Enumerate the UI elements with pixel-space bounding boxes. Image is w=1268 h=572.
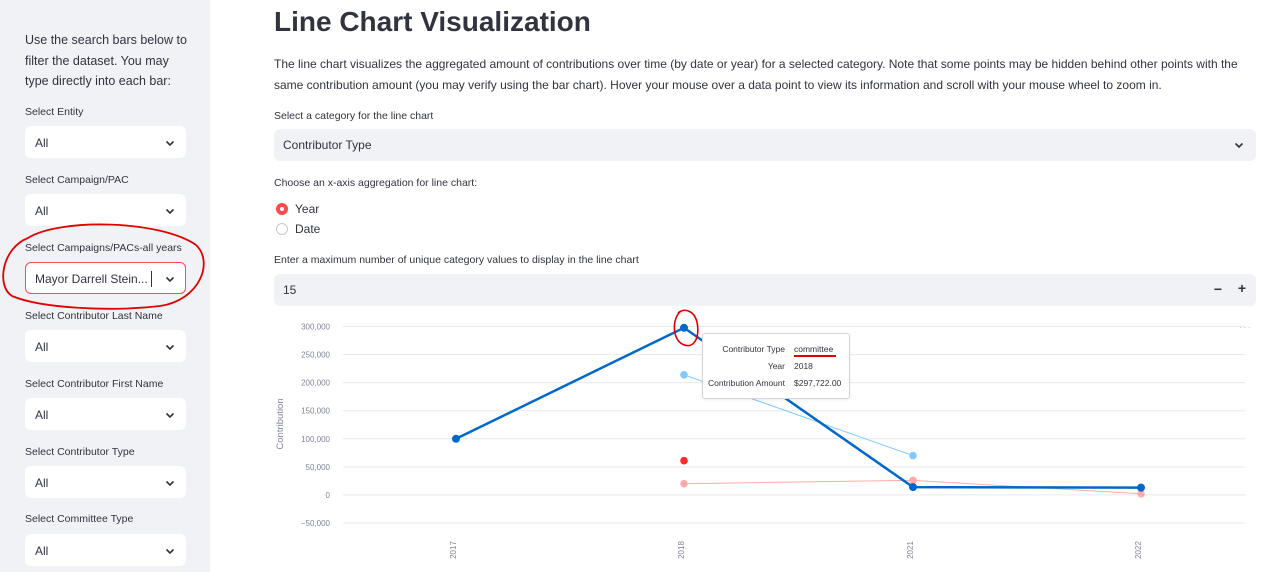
category-select-value: Contributor Type bbox=[283, 138, 372, 152]
x-tick-label: 2018 bbox=[677, 541, 686, 559]
tooltip-row: Contributor Type committee bbox=[703, 344, 843, 357]
tooltip-value: committee bbox=[794, 344, 834, 354]
chevron-down-icon bbox=[165, 276, 175, 283]
tooltip-row: Year 2018 bbox=[703, 361, 843, 373]
chevron-down-icon bbox=[165, 140, 175, 147]
annotation-underline bbox=[794, 355, 836, 357]
contributor-type-select-value: All bbox=[35, 476, 49, 490]
y-tick-label: 50,000 bbox=[306, 463, 331, 472]
chevron-down-icon bbox=[1234, 142, 1244, 149]
y-tick-label: −50,000 bbox=[301, 519, 331, 528]
max-values-label: Enter a maximum number of unique categor… bbox=[274, 254, 639, 266]
contributor-type-select[interactable]: All bbox=[25, 466, 186, 498]
filter-label-campaigns-all-years: Select Campaigns/PACs-all years bbox=[25, 242, 182, 254]
entity-select[interactable]: All bbox=[25, 126, 186, 158]
committee-type-select-value: All bbox=[35, 544, 49, 558]
data-point bbox=[680, 479, 688, 488]
y-tick-label: 200,000 bbox=[301, 379, 330, 388]
max-values-input-value: 15 bbox=[283, 283, 297, 297]
data-point bbox=[680, 456, 688, 465]
y-tick-label: 0 bbox=[326, 491, 331, 500]
filter-label-committee-type: Select Committee Type bbox=[25, 513, 134, 525]
data-point bbox=[909, 451, 917, 460]
data-point bbox=[909, 483, 917, 492]
chevron-down-icon bbox=[165, 548, 175, 555]
x-tick-label: 2017 bbox=[449, 541, 458, 559]
radio-unselected-icon bbox=[276, 223, 288, 235]
filter-label-contributor-last-name: Select Contributor Last Name bbox=[25, 310, 163, 322]
campaign-select[interactable]: All bbox=[25, 194, 186, 226]
y-tick-label: 150,000 bbox=[301, 407, 330, 416]
page-description: The line chart visualizes the aggregated… bbox=[274, 57, 1238, 92]
data-point bbox=[680, 370, 688, 379]
decrement-button[interactable]: − bbox=[1214, 281, 1222, 297]
data-point bbox=[680, 323, 688, 332]
contributor-last-name-select-value: All bbox=[35, 340, 49, 354]
filter-label-campaign: Select Campaign/PAC bbox=[25, 174, 129, 186]
page-title: Line Chart Visualization bbox=[274, 6, 591, 37]
filter-label-contributor-type: Select Contributor Type bbox=[25, 446, 135, 458]
increment-button[interactable]: + bbox=[1238, 280, 1246, 296]
tooltip-value: 2018 bbox=[794, 361, 813, 371]
data-point bbox=[452, 434, 460, 443]
y-tick-label: 100,000 bbox=[301, 435, 330, 444]
chevron-down-icon bbox=[165, 412, 175, 419]
tooltip-key: Year bbox=[767, 361, 785, 371]
y-tick-label: 300,000 bbox=[301, 323, 330, 332]
category-select[interactable]: Contributor Type bbox=[274, 129, 1256, 161]
chevron-down-icon bbox=[165, 480, 175, 487]
chevron-down-icon bbox=[165, 208, 175, 215]
y-axis-label: Contribution bbox=[275, 398, 286, 449]
tooltip-value: $297,722.00 bbox=[794, 378, 842, 388]
campaigns-all-years-select[interactable]: Mayor Darrell Stein... bbox=[25, 262, 186, 294]
x-tick-label: 2022 bbox=[1134, 541, 1143, 559]
filter-label-contributor-first-name: Select Contributor First Name bbox=[25, 378, 164, 390]
data-point bbox=[909, 476, 917, 485]
tooltip-key: Contribution Amount bbox=[707, 378, 785, 388]
radio-date-label: Date bbox=[295, 222, 321, 236]
tooltip-key: Contributor Type bbox=[722, 344, 785, 354]
entity-select-value: All bbox=[35, 136, 49, 150]
contributor-first-name-select-value: All bbox=[35, 408, 49, 422]
sidebar: Use the search bars below to filter the … bbox=[0, 0, 210, 572]
tooltip-row: Contribution Amount $297,722.00 bbox=[703, 378, 843, 390]
contributor-last-name-select[interactable]: All bbox=[25, 330, 186, 362]
contributor-first-name-select[interactable]: All bbox=[25, 398, 186, 430]
category-label: Select a category for the line chart bbox=[274, 110, 434, 122]
aggregation-label: Choose an x-axis aggregation for line ch… bbox=[274, 177, 478, 189]
radio-date[interactable]: Date bbox=[276, 221, 320, 237]
chevron-down-icon bbox=[165, 344, 175, 351]
radio-selected-icon bbox=[276, 203, 288, 215]
radio-year-label: Year bbox=[295, 202, 320, 216]
sidebar-intro: Use the search bars below to filter the … bbox=[25, 33, 187, 88]
data-point bbox=[1137, 483, 1145, 492]
campaign-select-value: All bbox=[35, 204, 49, 218]
max-values-input[interactable]: 15 − + bbox=[274, 274, 1256, 306]
radio-year[interactable]: Year bbox=[276, 201, 319, 217]
campaigns-all-years-select-value: Mayor Darrell Stein... bbox=[35, 272, 148, 286]
y-tick-label: 250,000 bbox=[301, 351, 330, 360]
x-tick-label: 2021 bbox=[906, 541, 915, 559]
filter-label-entity: Select Entity bbox=[25, 106, 84, 118]
chart-tooltip: Contributor Type committee Year 2018 Con… bbox=[702, 333, 850, 399]
committee-type-select[interactable]: All bbox=[25, 534, 186, 566]
text-cursor bbox=[151, 271, 152, 287]
